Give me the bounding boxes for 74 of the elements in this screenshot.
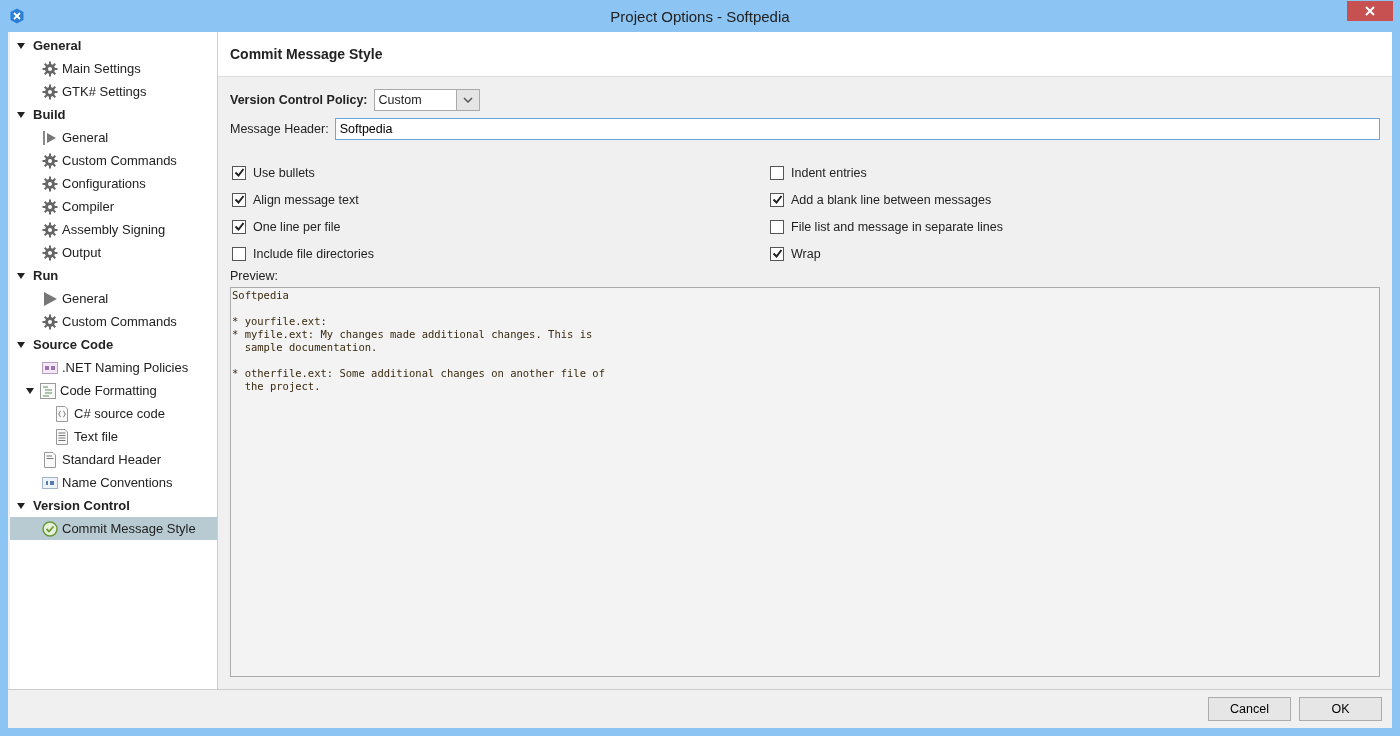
expander-icon[interactable] (17, 42, 25, 49)
header-input[interactable]: Softpedia (334, 118, 1380, 140)
tree-item[interactable]: Standard Header (10, 448, 217, 471)
close-icon (1364, 5, 1376, 17)
policy-dropdown[interactable]: Custom (373, 89, 480, 111)
gear-icon (42, 313, 58, 330)
option-checkbox[interactable]: File list and message in separate lines (768, 213, 1306, 240)
expander-icon[interactable] (26, 387, 34, 394)
checkmark-icon (771, 194, 783, 205)
tree-item[interactable]: Assembly Signing (10, 218, 217, 241)
option-checkbox[interactable]: Align message text (230, 186, 768, 213)
expander-icon[interactable] (17, 502, 25, 509)
option-checkbox[interactable]: One line per file (230, 213, 768, 240)
gear-icon (42, 60, 58, 77)
conventions-icon (42, 474, 58, 491)
tree-item[interactable]: Name Conventions (10, 471, 217, 494)
tree-item[interactable]: Custom Commands (10, 310, 217, 333)
tree-item[interactable]: .NET Naming Policies (10, 356, 217, 379)
expander-icon[interactable] (17, 272, 25, 279)
dialog-button[interactable]: OK (1299, 697, 1382, 721)
tree-group-label[interactable]: General (33, 38, 82, 53)
option-checkbox[interactable]: Use bullets (230, 159, 768, 186)
option-checkbox[interactable]: Indent entries (768, 159, 1306, 186)
gear-icon (42, 152, 58, 169)
gear-icon (42, 175, 58, 192)
tree-group-label[interactable]: Build (33, 107, 66, 122)
preview-label: Preview: (230, 269, 279, 283)
option-checkbox[interactable]: Wrap (768, 240, 1306, 267)
dialog-button[interactable]: Cancel (1208, 697, 1291, 721)
preview-text: Softpedia (232, 289, 289, 302)
tree-item[interactable]: Output (10, 241, 217, 264)
option-checkbox[interactable]: Add a blank line between messages (768, 186, 1306, 213)
gear-icon (42, 83, 58, 100)
checkmark-icon (233, 221, 245, 232)
tree-item[interactable]: Custom Commands (10, 149, 217, 172)
gear-icon (42, 198, 58, 215)
header-label: Message Header: (230, 122, 329, 136)
tree-item[interactable]: Compiler (10, 195, 217, 218)
tree-item[interactable]: C# source code (10, 402, 217, 425)
tree-group-label[interactable]: Run (33, 268, 59, 283)
preview-text: * yourfile.ext: * myfile.ext: My changes made additional changes. This is sample documentation. (232, 315, 593, 354)
gear-icon (42, 221, 58, 238)
naming-icon (42, 359, 58, 376)
panel-title: Commit Message Style (230, 46, 383, 62)
close-button[interactable] (1347, 1, 1393, 21)
app-logo-icon (9, 8, 25, 24)
option-checkbox[interactable]: Include file directories (230, 240, 768, 267)
tree-item[interactable]: General (10, 287, 217, 310)
gear-icon (42, 244, 58, 261)
tree-item[interactable]: Code Formatting (10, 379, 217, 402)
document-icon (42, 451, 58, 468)
play-icon (42, 290, 58, 307)
policy-label: Version Control Policy: (230, 93, 368, 107)
tree-item[interactable]: Text file (10, 425, 217, 448)
expander-icon[interactable] (17, 111, 25, 118)
tree-item[interactable]: Configurations (10, 172, 217, 195)
text-file-icon (54, 428, 70, 445)
expander-icon[interactable] (17, 341, 25, 348)
tree-item[interactable]: General (10, 126, 217, 149)
tree-group-label[interactable]: Version Control (33, 498, 130, 513)
checkmark-icon (233, 194, 245, 205)
preview-text: * otherfile.ext: Some additional changes on another file of the project. (232, 367, 605, 393)
check-circle-icon (42, 520, 58, 537)
tree-item[interactable]: Commit Message Style (10, 517, 217, 540)
checkmark-icon (233, 167, 245, 178)
chevron-down-icon (462, 97, 473, 103)
checkmark-icon (771, 248, 783, 259)
build-icon (42, 129, 58, 146)
window-title: Project Options - Softpedia (609, 7, 791, 25)
code-file-icon (54, 405, 70, 422)
tree-item[interactable]: Main Settings (10, 57, 217, 80)
tree-group-label[interactable]: Source Code (33, 337, 114, 352)
tree-item[interactable]: GTK# Settings (10, 80, 217, 103)
formatting-icon (40, 382, 56, 399)
